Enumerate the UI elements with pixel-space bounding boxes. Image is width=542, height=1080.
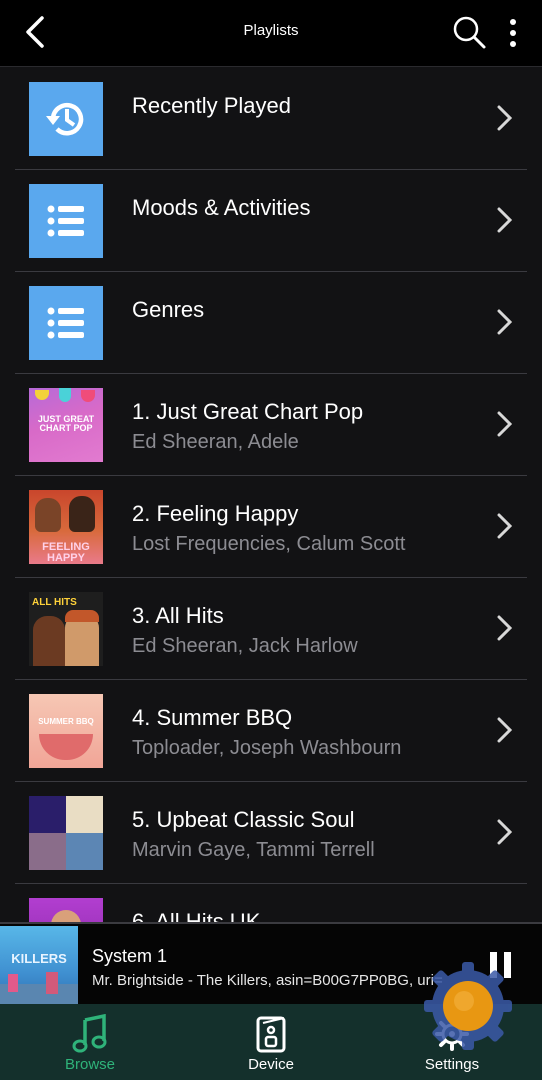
playlist-artists: Marvin Gaye, Tammi Terrell [132,839,375,861]
playlist-title: 3. All Hits [132,603,224,628]
cover-text: ALL HITS [32,597,77,608]
playlist-cover-art: JUST GREAT CHART POP [29,388,103,462]
cover-text: FEELING HAPPY [42,541,90,564]
now-playing-bar[interactable]: KILLERS System 1 Mr. Brightside - The Ki… [0,922,542,1006]
playlist-title: 2. Feeling Happy [132,501,299,526]
music-note-icon [72,1014,107,1053]
pause-icon [490,952,497,978]
playlist-artists: Lost Frequencies, Calum Scott [132,533,406,555]
playlist-title: Recently Played [132,93,291,118]
cover-text: KILLERS [11,951,67,966]
playlist-row-all-hits-uk[interactable]: 6. All Hits UK [15,883,527,922]
playlist-thumb [29,82,103,156]
more-options-button[interactable] [500,16,526,52]
playlist-title: 6. All Hits UK [132,909,261,922]
chevron-right-icon [497,207,513,233]
tab-device[interactable]: Device [181,1004,361,1080]
search-icon [453,16,486,49]
chevron-right-icon [497,513,513,539]
pause-button[interactable] [488,952,514,982]
playlist-row-recently-played[interactable]: Recently Played [15,67,527,170]
pause-icon-bar [504,952,511,978]
list-icon [47,205,84,237]
playlist-title: 4. Summer BBQ [132,705,293,730]
playlist-row-just-great-chart-pop[interactable]: JUST GREAT CHART POP 1. Just Great Chart… [15,373,527,476]
bottom-tab-bar: Browse Device Settings [0,1004,542,1080]
playlist-artists: Toploader, Joseph Washbourn [132,737,402,759]
list-icon [47,307,84,339]
now-playing-art: KILLERS [0,926,78,1006]
tab-settings[interactable]: Settings [362,1004,542,1080]
playlist-thumb [29,286,103,360]
search-button[interactable] [450,14,488,50]
tab-label: Settings [424,1056,480,1073]
speaker-icon [256,1016,286,1053]
now-playing-device: System 1 [92,946,168,966]
more-vertical-icon [510,19,516,47]
chevron-right-icon [497,717,513,743]
playlist-row-genres[interactable]: Genres [15,271,527,374]
chevron-right-icon [497,411,513,437]
playlist-cover-art [29,796,103,870]
playlist-row-all-hits[interactable]: ALL HITS 3. All Hits Ed Sheeran, Jack Ha… [15,577,527,680]
playlist-row-upbeat-classic-soul[interactable]: 5. Upbeat Classic Soul Marvin Gaye, Tamm… [15,781,527,884]
playlist-artists: Ed Sheeran, Jack Harlow [132,635,358,657]
playlist-title: 1. Just Great Chart Pop [132,399,364,424]
playlist-cover-art [29,898,103,922]
history-icon [46,102,84,136]
playlist-cover-art: ALL HITS [29,592,103,666]
now-playing-track: Mr. Brightside - The Killers, asin=B00G7… [92,972,443,989]
cover-text: JUST GREAT CHART POP [37,414,95,433]
playlist-row-feeling-happy[interactable]: FEELING HAPPY 2. Feeling Happy Lost Freq… [15,475,527,578]
cover-text: SUMMER BBQ [38,717,94,726]
playlist-thumb [29,184,103,258]
playlist-cover-art: SUMMER BBQ [29,694,103,768]
tab-label: Device [248,1056,294,1073]
chevron-right-icon [497,309,513,335]
playlist-artists: Ed Sheeran, Adele [132,431,299,453]
playlist-cover-art: FEELING HAPPY [29,490,103,564]
app-header: Playlists [0,0,542,67]
playlist-title: 5. Upbeat Classic Soul [132,807,355,832]
chevron-right-icon [497,105,513,131]
playlist-title: Moods & Activities [132,195,311,220]
tab-label: Browse [64,1056,116,1073]
chevron-right-icon [497,615,513,641]
tab-browse[interactable]: Browse [0,1004,180,1080]
playlist-row-summer-bbq[interactable]: SUMMER BBQ 4. Summer BBQ Toploader, Jose… [15,679,527,782]
playlist-title: Genres [132,297,205,322]
playlist-list[interactable]: Recently Played Moods & Activities Genre… [0,67,542,922]
playlist-row-moods-activities[interactable]: Moods & Activities [15,169,527,272]
gear-icon [435,1017,469,1051]
chevron-right-icon [497,819,513,845]
